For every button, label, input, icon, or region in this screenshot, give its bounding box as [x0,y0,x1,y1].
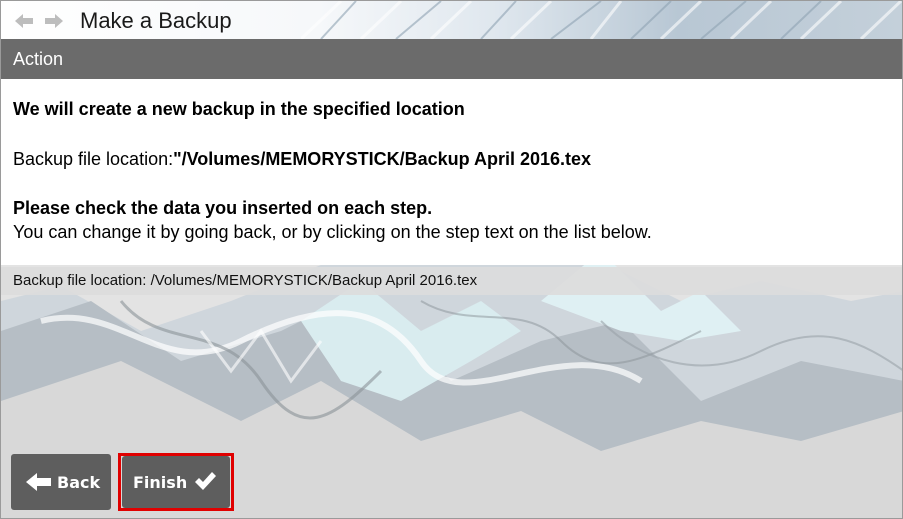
checkmark-icon [193,470,217,492]
step-list-item-label: Backup file location: /Volumes/MEMORYSTI… [13,272,478,289]
backup-location-value: "/Volumes/MEMORYSTICK/Backup April 2016.… [173,149,592,169]
titlebar-texture [301,1,902,39]
window-title: Make a Backup [80,8,232,33]
step-list-item[interactable]: Backup file location: /Volumes/MEMORYSTI… [1,267,902,295]
finish-button-label: Finish [133,473,188,492]
backup-location-line: Backup file location:"/Volumes/MEMORYSTI… [13,149,591,170]
back-button-label: Back [57,473,101,492]
backup-location-label: Backup file location: [13,149,174,169]
page-heading: We will create a new backup in the speci… [13,99,465,119]
arrow-left-icon[interactable] [13,13,35,29]
finish-button[interactable]: Finish [122,456,230,508]
arrow-left-icon [25,472,53,492]
title-bar: Make a Backup [1,1,902,39]
section-header: Action [1,39,902,79]
check-heading: Please check the data you inserted on ea… [13,198,433,218]
arrow-right-icon[interactable] [43,13,65,29]
back-button[interactable]: Back [11,454,111,510]
section-title: Action [13,49,64,69]
backup-window: Make a Backup Action We will create a ne… [0,0,903,519]
content-panel: We will create a new backup in the speci… [1,79,902,265]
check-subtext: You can change it by going back, or by c… [13,222,652,242]
